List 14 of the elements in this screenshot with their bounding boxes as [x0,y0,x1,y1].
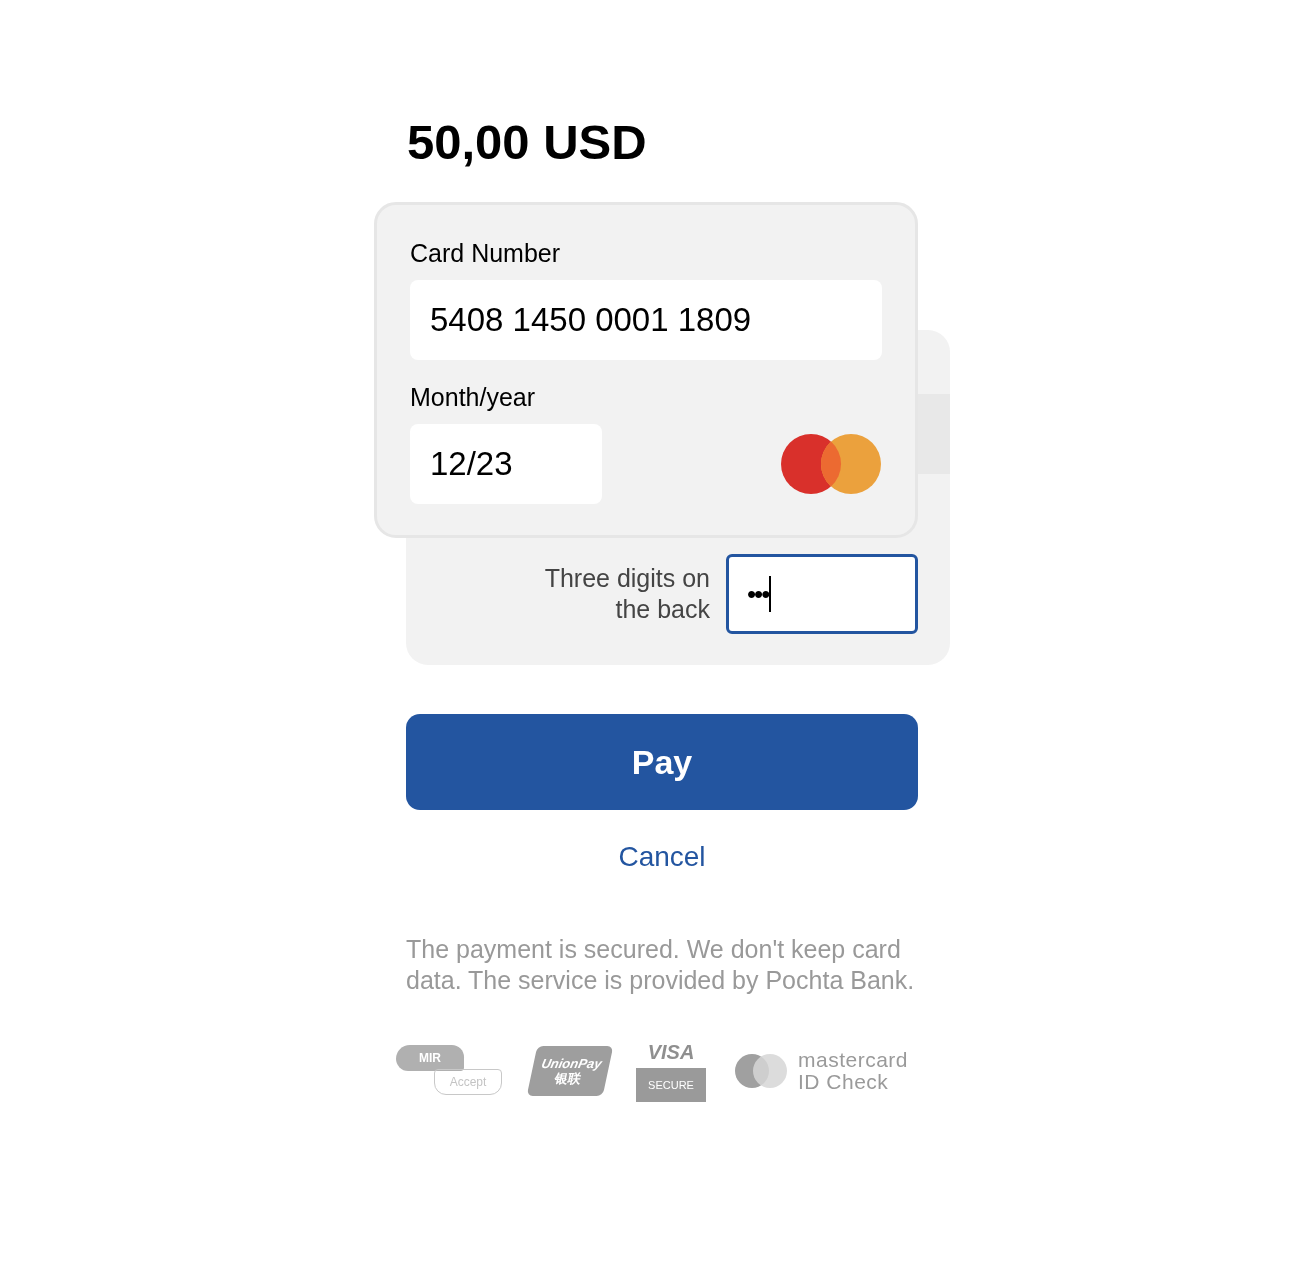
security-note: The payment is secured. We don't keep card data. The service is provided by Pochta Bank. [406,934,916,996]
cancel-link[interactable]: Cancel [618,841,706,872]
card-number-field[interactable]: 5408 1450 0001 1809 [410,280,882,360]
mir-accept-logo: MIR Accept [396,1045,504,1097]
field-label: Month/year [410,382,537,412]
expiry-field[interactable]: 12/23 [410,424,602,504]
field-label: Card Number [410,238,562,268]
cvv-field[interactable]: ••• [726,554,918,634]
card-brand-icon [780,433,882,495]
unionpay-logo: UnionPay 银联 [526,1046,614,1096]
mastercard-id-check-logo: mastercard ID Check [734,1049,909,1093]
pay-button[interactable]: Pay [406,714,918,810]
payment-amount: 50,00 USD [407,114,648,171]
cvv-label: Three digits on the back [543,563,710,625]
